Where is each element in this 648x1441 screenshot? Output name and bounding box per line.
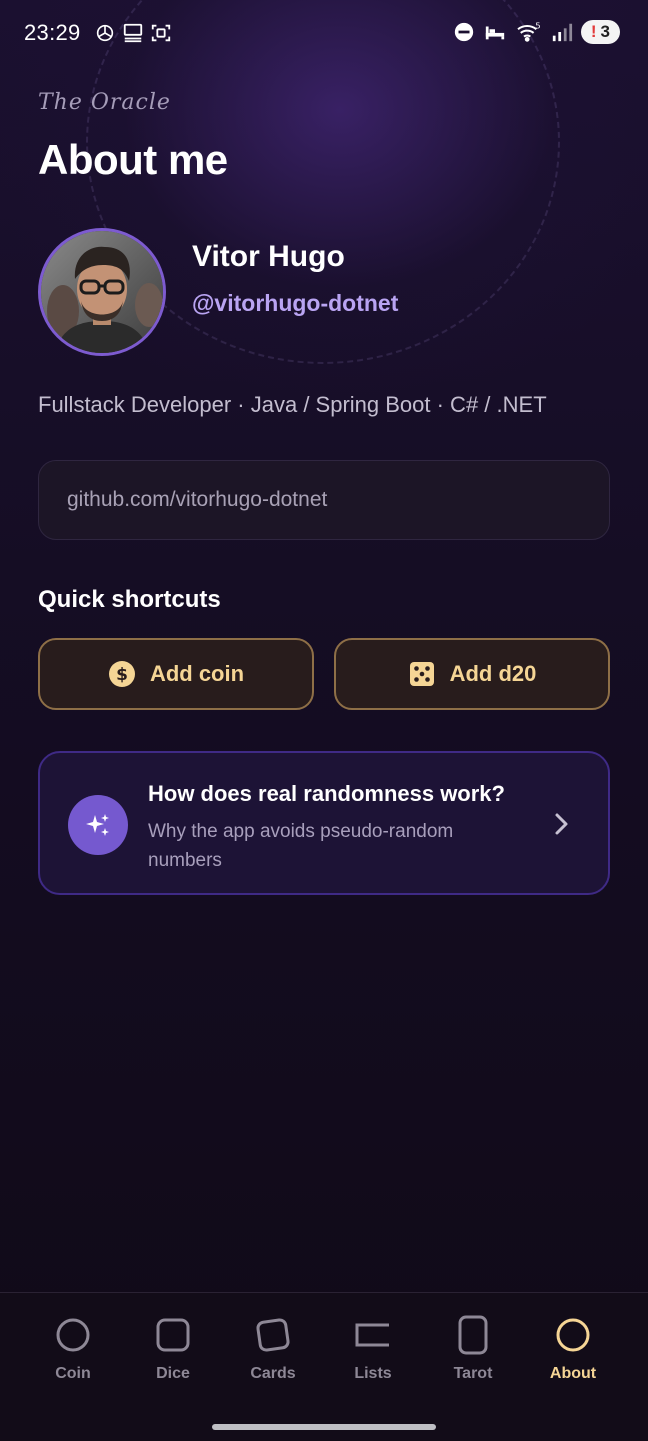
battery-alert-icon: ! (590, 22, 597, 41)
about-circle-icon (556, 1318, 590, 1352)
signal-icon (552, 23, 572, 42)
nav-item-cards[interactable]: Cards (228, 1315, 318, 1383)
desktop-icon (122, 22, 144, 44)
status-bar: 23:29 5 ! 3 (0, 0, 648, 68)
openai-icon (94, 22, 116, 44)
nav-label-tarot: Tarot (453, 1365, 493, 1382)
battery-level: 3 (600, 22, 610, 41)
home-indicator[interactable] (212, 1424, 436, 1430)
screen-capture-icon (150, 22, 172, 44)
avatar (38, 228, 166, 356)
nav-item-tarot[interactable]: Tarot (428, 1315, 518, 1383)
do-not-disturb-icon (454, 22, 474, 42)
nav-item-coin[interactable]: Coin (28, 1315, 118, 1383)
list-icon (355, 1323, 389, 1347)
brand-name: The Oracle (38, 90, 171, 115)
add-d20-button[interactable]: Add d20 (334, 638, 610, 710)
sparkles-icon (68, 795, 128, 855)
info-card-subtitle: Why the app avoids pseudo-random numbers (148, 821, 454, 871)
add-coin-button[interactable]: $ Add coin (38, 638, 314, 710)
dice-icon (409, 662, 434, 686)
nav-label-cards: Cards (250, 1365, 296, 1382)
card-icon (256, 1318, 290, 1352)
status-time: 23:29 (24, 20, 81, 45)
wifi-icon: 5 (517, 21, 541, 42)
randomness-info-card[interactable]: How does real randomness work? Why the a… (38, 751, 610, 895)
battery-indicator: ! 3 (580, 20, 620, 44)
nav-label-about: About (549, 1365, 597, 1382)
square-icon (156, 1318, 190, 1352)
profile-handle[interactable]: @vitorhugo-dotnet (192, 290, 398, 317)
github-link[interactable]: github.com/vitorhugo-dotnet (38, 460, 610, 540)
status-right-icons: 5 ! 3 (453, 20, 620, 44)
bed-icon (485, 26, 505, 40)
nav-item-dice[interactable]: Dice (128, 1315, 218, 1383)
profile-bio: Fullstack Developer · Java / Spring Boot… (38, 392, 547, 417)
tarot-card-icon (458, 1315, 488, 1355)
info-card-title: How does real randomness work? (148, 781, 505, 806)
github-link-text: github.com/vitorhugo-dotnet (67, 488, 328, 511)
circle-icon (56, 1318, 90, 1352)
nav-label-dice: Dice (156, 1365, 190, 1382)
svg-text:5: 5 (535, 21, 540, 30)
profile-name: Vitor Hugo (192, 240, 345, 273)
shortcuts-title: Quick shortcuts (38, 586, 221, 613)
page-title: About me (38, 136, 228, 183)
bottom-navigation: Coin Dice Cards Lists Tarot About (0, 1292, 648, 1441)
dollar-coin-icon: $ (108, 661, 135, 687)
nav-label-coin: Coin (55, 1365, 91, 1382)
chevron-right-icon (555, 813, 568, 835)
nav-label-lists: Lists (354, 1365, 392, 1382)
nav-item-lists[interactable]: Lists (328, 1315, 418, 1383)
svg-text:$: $ (116, 665, 128, 685)
add-d20-label: Add d20 (449, 661, 537, 686)
add-coin-label: Add coin (149, 661, 245, 686)
nav-item-about[interactable]: About (528, 1315, 618, 1383)
